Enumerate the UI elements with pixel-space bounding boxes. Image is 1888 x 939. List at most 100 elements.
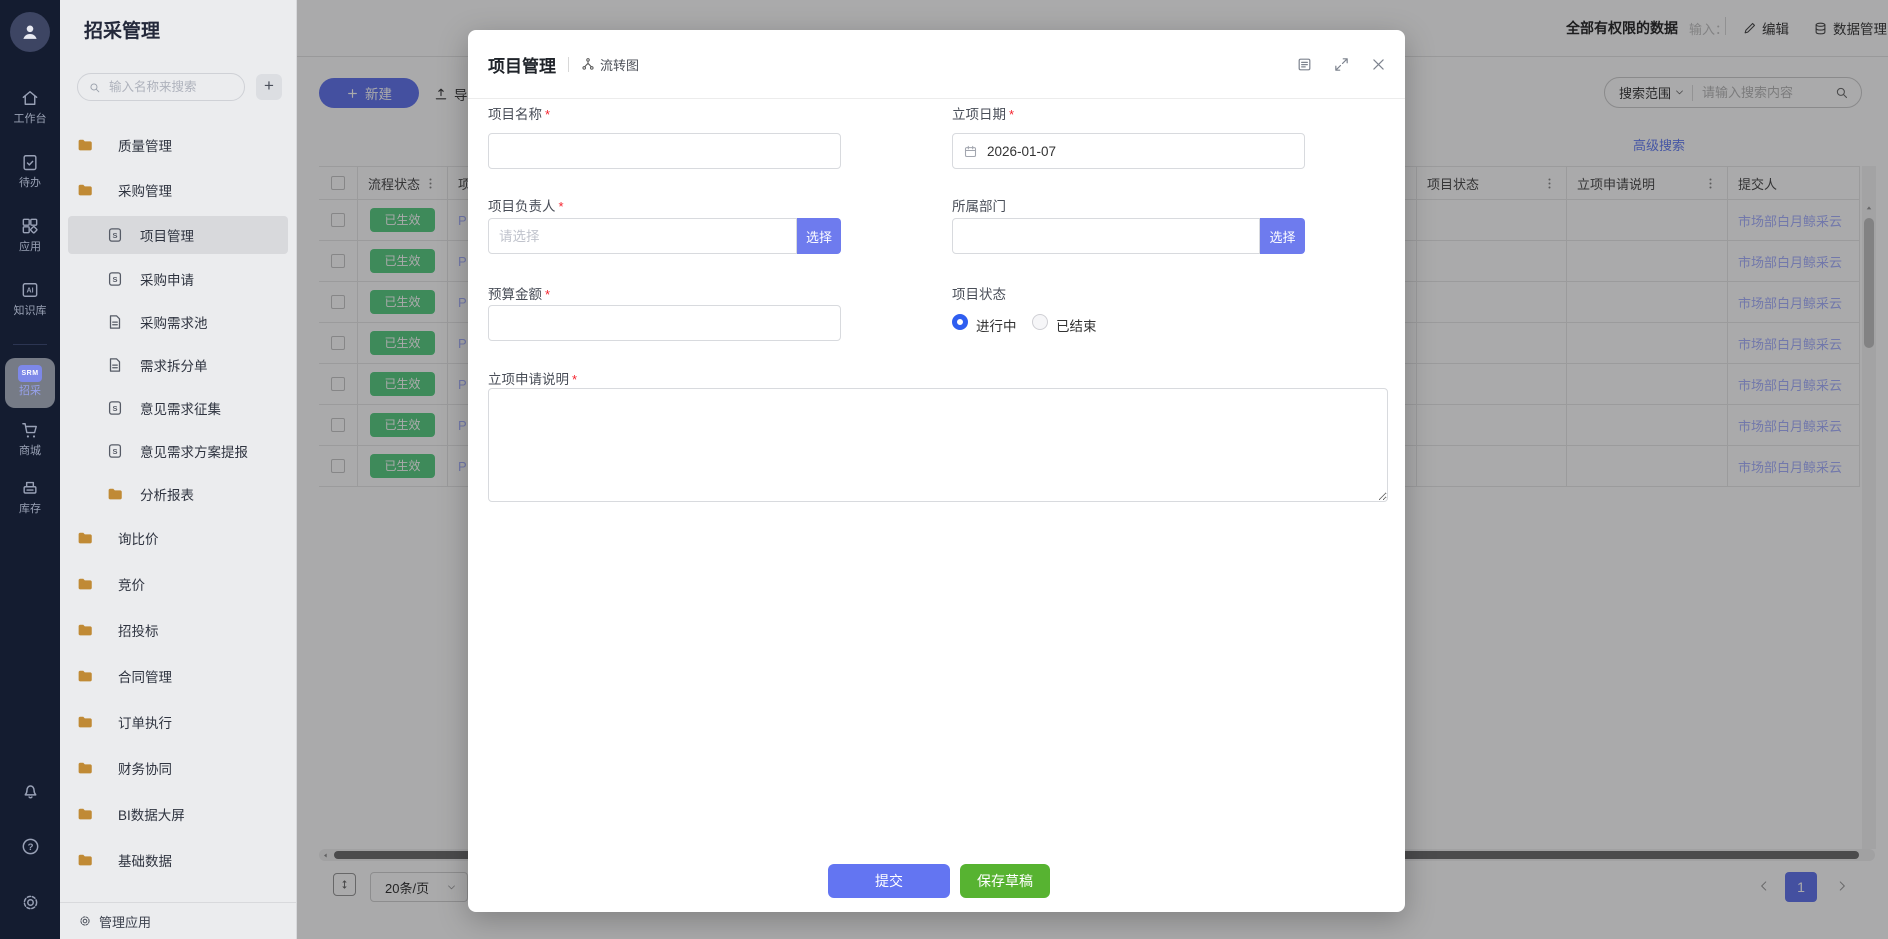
expand-icon[interactable] — [1333, 56, 1350, 73]
sidebar-item-12[interactable]: 招投标 — [68, 611, 288, 649]
manage-apps-button[interactable]: 管理应用 — [60, 902, 296, 939]
project-date-input[interactable]: 2026-01-07 — [952, 133, 1305, 169]
sidebar-item-3[interactable]: S 项目管理 — [68, 216, 288, 254]
close-icon[interactable] — [1370, 56, 1387, 73]
rail-item-inventory[interactable]: 库存 — [0, 478, 60, 515]
sidebar-search — [77, 73, 245, 101]
form-log-icon[interactable] — [1296, 56, 1313, 73]
owner-select-button[interactable]: 选择 — [797, 218, 841, 254]
rail-item-cart[interactable]: 商城 — [0, 420, 60, 457]
sidebar-item-2[interactable]: 采购管理 — [68, 171, 288, 209]
svg-text:S: S — [112, 275, 117, 284]
flow-chart-link[interactable]: 流转图 — [581, 55, 639, 74]
sidebar-item-6[interactable]: 需求拆分单 — [68, 346, 288, 384]
sidebar-item-5[interactable]: 采购需求池 — [68, 303, 288, 341]
apps-icon — [20, 216, 40, 236]
sidebar-item-9[interactable]: 分析报表 — [68, 475, 288, 513]
aibook-icon: AI — [20, 280, 40, 300]
rail-item-clipboard[interactable]: 待办 — [0, 152, 60, 189]
dept-select-button[interactable]: 选择 — [1260, 218, 1305, 254]
rail-item-srm[interactable]: SRM 招采 — [5, 358, 55, 408]
sidebar-item-4[interactable]: S 采购申请 — [68, 260, 288, 298]
document-icon — [106, 313, 124, 331]
project-owner-input[interactable] — [488, 218, 797, 254]
sidebar-item-label: 需求拆分单 — [140, 355, 208, 375]
date-value: 2026-01-07 — [987, 144, 1056, 159]
module-sidebar: 招采管理 + 质量管理 采购管理S 项目管理S 采购申请 采购需求池 需求拆分单… — [60, 0, 297, 939]
field-label-date: 立项日期* — [952, 103, 1014, 123]
rail-item-aibook[interactable]: AI 知识库 — [0, 280, 60, 317]
help-button[interactable]: ? — [0, 836, 60, 862]
field-label-budget: 预算金额* — [488, 283, 550, 303]
project-dept-input[interactable] — [952, 218, 1260, 254]
title-separator — [568, 57, 569, 72]
user-icon — [19, 21, 41, 43]
sidebar-item-15[interactable]: 财务协同 — [68, 749, 288, 787]
sidebar-item-label: 订单执行 — [118, 712, 172, 732]
project-form-modal: 项目管理 流转图 项目名称* 立项日期* 2026-01-07 项目负责人* 选… — [468, 30, 1405, 912]
sidebar-item-label: BI数据大屏 — [118, 804, 185, 824]
radio-in-progress-label[interactable]: 进行中 — [976, 315, 1017, 335]
rail-item-label: 应用 — [0, 241, 60, 253]
folder-icon — [76, 621, 94, 639]
inventory-icon — [20, 478, 40, 498]
sidebar-item-11[interactable]: 竞价 — [68, 565, 288, 603]
document-icon: S — [106, 399, 124, 417]
sidebar-item-7[interactable]: S 意见需求征集 — [68, 389, 288, 427]
rail-item-label: 商城 — [0, 445, 60, 457]
settings-button[interactable] — [0, 892, 60, 918]
document-icon — [106, 356, 124, 374]
save-draft-button[interactable]: 保存草稿 — [960, 864, 1050, 898]
clipboard-icon — [20, 152, 40, 172]
sidebar-item-label: 基础数据 — [118, 850, 172, 870]
rail-item-label: 招采 — [5, 385, 55, 397]
folder-icon — [76, 759, 94, 777]
project-budget-input[interactable] — [488, 305, 841, 341]
calendar-icon — [963, 144, 978, 159]
folder-icon — [76, 805, 94, 823]
sidebar-item-10[interactable]: 询比价 — [68, 519, 288, 557]
sidebar-search-input[interactable] — [107, 79, 227, 95]
modal-title: 项目管理 — [488, 52, 556, 77]
folder-icon — [106, 485, 124, 503]
field-label-description: 立项申请说明* — [488, 368, 577, 388]
field-label-status: 项目状态 — [952, 283, 1006, 303]
folder-icon — [76, 851, 94, 869]
app-rail: 工作台 待办 应用 AI 知识库 SRM 招采 商城 库存 ? — [0, 0, 60, 939]
document-icon: S — [106, 226, 124, 244]
sidebar-item-label: 财务协同 — [118, 758, 172, 778]
sidebar-item-label: 询比价 — [118, 528, 159, 548]
sidebar-item-label: 分析报表 — [140, 484, 194, 504]
sidebar-item-13[interactable]: 合同管理 — [68, 657, 288, 695]
avatar[interactable] — [10, 12, 50, 52]
sidebar-item-1[interactable]: 质量管理 — [68, 126, 288, 164]
sidebar-item-label: 项目管理 — [140, 225, 194, 245]
field-label-dept: 所属部门 — [952, 195, 1006, 215]
field-label-owner: 项目负责人* — [488, 195, 564, 215]
radio-finished[interactable] — [1032, 314, 1048, 330]
sidebar-item-label: 招投标 — [118, 620, 159, 640]
radio-finished-label[interactable]: 已结束 — [1056, 315, 1097, 335]
sidebar-item-14[interactable]: 订单执行 — [68, 703, 288, 741]
sidebar-item-label: 竞价 — [118, 574, 145, 594]
sidebar-item-label: 采购申请 — [140, 269, 194, 289]
rail-item-apps[interactable]: 应用 — [0, 216, 60, 253]
manage-apps-label: 管理应用 — [99, 912, 151, 931]
project-name-input[interactable] — [488, 133, 841, 169]
search-icon — [88, 81, 101, 94]
project-description-textarea[interactable] — [488, 388, 1388, 502]
svg-text:?: ? — [27, 842, 33, 853]
sidebar-item-16[interactable]: BI数据大屏 — [68, 795, 288, 833]
rail-item-label: 待办 — [0, 177, 60, 189]
srm-badge-icon: SRM — [18, 365, 42, 382]
rail-item-home[interactable]: 工作台 — [0, 88, 60, 125]
add-menu-button[interactable]: + — [256, 74, 282, 100]
notifications-button[interactable] — [0, 780, 60, 806]
sidebar-item-8[interactable]: S 意见需求方案提报 — [68, 432, 288, 470]
folder-icon — [76, 713, 94, 731]
submit-button[interactable]: 提交 — [828, 864, 950, 898]
sidebar-item-17[interactable]: 基础数据 — [68, 841, 288, 879]
rail-item-label: 库存 — [0, 503, 60, 515]
svg-text:S: S — [112, 404, 117, 413]
radio-in-progress[interactable] — [952, 314, 968, 330]
